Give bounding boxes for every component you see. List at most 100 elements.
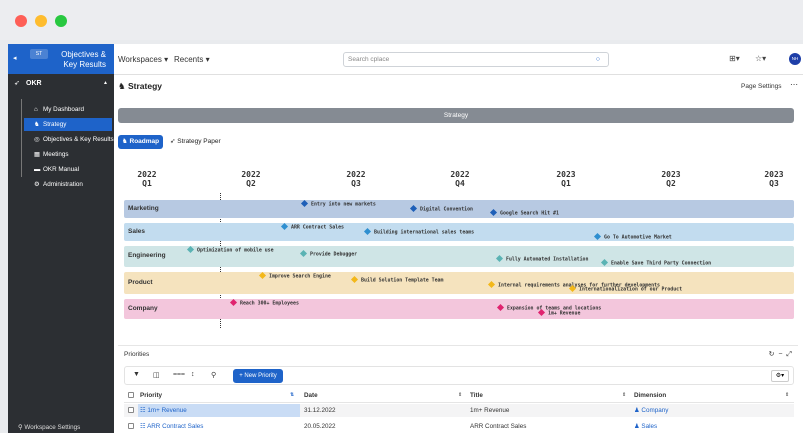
tab-strategy-paper[interactable]: ➶ Strategy Paper <box>170 135 221 149</box>
sort-arrow-icon[interactable]: ⇕ <box>622 392 626 398</box>
workspaces-menu[interactable]: Workspaces ▾ <box>118 55 168 64</box>
lane-product: Product Improve Search Engine Build Solu… <box>124 271 794 294</box>
main-content: ♞ Strategy Page Settings ⋯ Strategy ♞ Ro… <box>114 75 803 433</box>
priority-link[interactable]: ☷ 1m+ Revenue <box>140 407 187 414</box>
select-all-checkbox[interactable] <box>128 392 134 398</box>
sidebar-item-objectives[interactable]: ◎ Objectives & Key Results <box>24 133 114 146</box>
roadmap-item[interactable]: ARR Contract Sales <box>280 222 344 231</box>
columns-icon[interactable]: ◫ <box>153 371 160 379</box>
dimension-link[interactable]: ♟ Sales <box>634 423 657 430</box>
star-icon[interactable]: ☆▾ <box>755 54 766 63</box>
target-icon: ◎ <box>34 136 40 143</box>
more-options-icon[interactable]: ⋯ <box>790 80 798 89</box>
roadmap-item[interactable]: Building international sales teams <box>363 227 474 236</box>
maximize-window-dot[interactable] <box>55 15 67 27</box>
sidebar-item-administration[interactable]: ⚙ Administration <box>24 178 112 191</box>
diamond-icon <box>537 308 546 317</box>
roadmap-item-label: Digital Convention <box>420 206 473 213</box>
priorities-toolbar: ▼ ◫ ⩶ ↕ ⚲ + New Priority ⚙▾ <box>124 366 794 385</box>
roadmap-item-label: ARR Contract Sales <box>291 224 344 231</box>
close-window-dot[interactable] <box>15 15 27 27</box>
quarter-name: Q3 <box>769 179 779 188</box>
sidebar-item-label: OKR Manual <box>43 166 80 173</box>
layout-grid-icon[interactable]: ⊞▾ <box>729 54 740 63</box>
table-row[interactable]: ☷ 1m+ Revenue 31.12.2022 1m+ Revenue ♟ C… <box>124 404 794 417</box>
sidebar-section-okr[interactable]: ➶ OKR ▲ <box>8 77 114 91</box>
sort-icon[interactable]: ↕ <box>191 371 195 378</box>
refresh-icon[interactable]: ↻ <box>769 351 775 358</box>
quarter-header: 2022 Q3 <box>336 170 376 188</box>
priority-link[interactable]: ☷ ARR Contract Sales <box>140 423 203 430</box>
diamond-icon <box>600 258 609 267</box>
page-settings-button[interactable]: Page Settings <box>741 83 781 90</box>
quarter-year: 2022 <box>346 170 366 179</box>
diamond-icon <box>593 232 602 241</box>
minimize-icon[interactable]: − <box>778 351 782 358</box>
search-icon[interactable]: ○ <box>596 53 600 66</box>
title-cell: 1m+ Revenue <box>470 407 510 414</box>
roadmap-item[interactable]: Internationalization of our Product <box>568 284 682 293</box>
sort-arrow-icon[interactable]: ⇕ <box>458 392 462 398</box>
group-icon[interactable]: ⩶ <box>173 371 185 379</box>
roadmap-item-label: Fully Automated Installation <box>506 256 589 263</box>
table-row[interactable]: ☷ ARR Contract Sales 20.05.2022 ARR Cont… <box>124 420 794 433</box>
tab-roadmap[interactable]: ♞ Roadmap <box>118 135 163 149</box>
roadmap-item[interactable]: Entry into new markets <box>300 199 376 208</box>
new-priority-button[interactable]: + New Priority <box>233 369 283 383</box>
roadmap-item-label: Go To Automotive Market <box>604 234 672 241</box>
expand-icon[interactable]: ⤢ <box>786 351 792 358</box>
roadmap-item[interactable]: Google Search Hit #1 <box>489 208 559 217</box>
workspace-settings-label: Workspace Settings <box>24 424 81 431</box>
row-checkbox[interactable] <box>128 407 134 413</box>
roadmap-item[interactable]: Provide Debugger <box>299 249 357 258</box>
search-icon[interactable]: ⚲ <box>211 371 216 379</box>
diamond-icon <box>350 275 359 284</box>
roadmap-item[interactable]: Digital Convention <box>409 204 473 213</box>
sort-arrow-icon[interactable]: ⇕ <box>785 392 789 398</box>
sidebar-item-strategy[interactable]: ♞ Strategy <box>24 118 112 131</box>
app-brand[interactable]: ◂ ST Objectives & Key Results <box>8 44 114 74</box>
roadmap-item[interactable]: Fully Automated Installation <box>495 254 589 263</box>
roadmap-item-label: Reach 300+ Employees <box>240 300 299 307</box>
roadmap-item[interactable]: Build Solution Template Team <box>350 275 444 284</box>
sidebar-item-okr-manual[interactable]: ▬ OKR Manual <box>24 163 112 176</box>
sidebar-item-meetings[interactable]: ▦ Meetings <box>24 148 112 161</box>
book-icon: ▬ <box>34 166 41 173</box>
settings-gear-icon[interactable]: ⚙▾ <box>771 370 789 382</box>
sidebar: ◂ ST Objectives & Key Results ➶ OKR ▲ ⌂ M… <box>8 44 114 433</box>
roadmap-item[interactable]: Improve Search Engine <box>258 271 331 280</box>
workspace-settings[interactable]: ⚲ Workspace Settings <box>8 422 114 433</box>
dimension-link[interactable]: ♟ Company <box>634 407 668 414</box>
rocket-icon: ➶ <box>14 80 20 87</box>
roadmap-item[interactable]: Reach 300+ Employees <box>229 298 299 307</box>
sidebar-item-my-dashboard[interactable]: ⌂ My Dashboard <box>24 103 112 116</box>
column-dimension[interactable]: Dimension <box>634 392 666 399</box>
roadmap-item[interactable]: Enable Save Third Party Connection <box>600 258 711 267</box>
column-date[interactable]: Date <box>304 392 318 399</box>
column-title[interactable]: Title <box>470 392 483 399</box>
avatar[interactable]: NH <box>789 53 801 65</box>
home-icon: ⌂ <box>34 106 38 113</box>
sidebar-section-label: OKR <box>26 80 42 87</box>
minimize-window-dot[interactable] <box>35 15 47 27</box>
roadmap-item-label: Build Solution Template Team <box>361 277 444 284</box>
filter-icon[interactable]: ▼ <box>133 371 140 378</box>
quarter-name: Q1 <box>142 179 152 188</box>
recents-menu[interactable]: Recents ▾ <box>174 55 210 64</box>
row-checkbox[interactable] <box>128 423 134 429</box>
roadmap-item[interactable]: 1m+ Revenue <box>537 308 581 317</box>
column-priority[interactable]: Priority <box>140 392 162 399</box>
roadmap-item[interactable]: Go To Automotive Market <box>593 232 672 241</box>
search-input[interactable]: Search cplace ○ <box>343 52 609 67</box>
quarter-header: 2023 Q2 <box>651 170 691 188</box>
roadmap-item[interactable]: Optimization of mobile use <box>186 245 274 254</box>
caret-down-icon: ▾ <box>164 55 169 64</box>
sort-arrow-icon[interactable]: ⇅ <box>290 392 294 398</box>
roadmap-item-label: 1m+ Revenue <box>548 310 581 317</box>
panel-controls: ↻ − ⤢ <box>769 350 792 359</box>
quarter-year: 2023 <box>764 170 784 179</box>
collapse-arrow-icon[interactable]: ◂ <box>13 54 17 62</box>
quarter-name: Q2 <box>246 179 256 188</box>
page-title-text: Strategy <box>127 81 162 91</box>
diamond-icon <box>280 222 289 231</box>
